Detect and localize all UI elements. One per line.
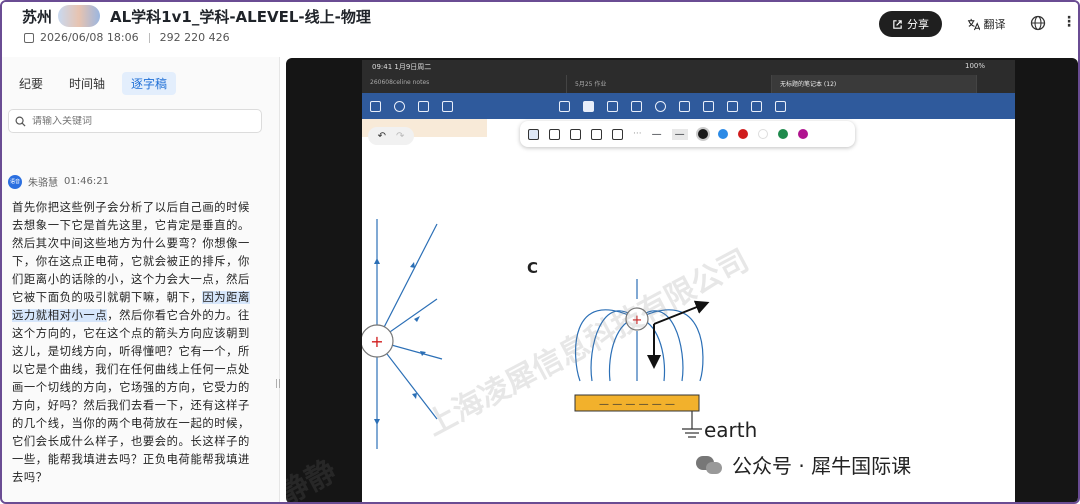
plus-sign-left: + (370, 332, 383, 351)
shapes-icon[interactable] (655, 100, 666, 112)
speaker-time[interactable]: 01:46:21 (64, 176, 109, 187)
ipad-status-bar: 09:41 1月9日周二 100% (362, 60, 1015, 75)
watermark-name: 静静 (286, 453, 343, 504)
avatar (58, 5, 101, 27)
field-lines-diagram: + C + — — — — — — earth (362, 219, 757, 449)
translate-icon (967, 18, 980, 30)
notes-tab-1[interactable]: 260608celine notes (362, 75, 567, 93)
transcript-part-1: 首先你把这些例子会分析了以后自己画的时候去想象一下它是首先这里，它肯定是垂直的。… (12, 201, 250, 304)
brand-footer: 公众号 · 犀牛国际课 (690, 448, 918, 481)
notes-tab-2[interactable]: 5月25 作业 (567, 75, 772, 93)
tab-timeline[interactable]: 时间轴 (60, 72, 114, 95)
earth-label: earth (704, 418, 757, 442)
search-input[interactable] (32, 115, 232, 127)
laser-icon[interactable] (751, 100, 762, 112)
search-icon (15, 116, 26, 127)
plate-minus-signs: — — — — — — (599, 399, 675, 410)
meeting-id: 292 220 426 (159, 31, 230, 44)
notes-tab-3[interactable]: 无标题的笔记本 (12) (772, 75, 977, 93)
plus-sign-center: + (632, 313, 643, 328)
more-icon[interactable]: ⋮ (1062, 14, 1076, 30)
meeting-date: 2026/06/08 18:06 (40, 31, 139, 44)
share-button[interactable]: 分享 (879, 11, 942, 37)
divider (148, 32, 150, 43)
calendar-icon (24, 32, 34, 43)
translate-label: 翻译 (983, 18, 1006, 31)
share-icon (893, 19, 902, 29)
city-label: 苏州 (22, 7, 53, 26)
header: 苏州 AL学科1v1_学科-ALEVEL-线上-物理 2026/06/08 18… (2, 2, 1078, 54)
search-box[interactable] (8, 109, 262, 133)
notes-toolbar (362, 93, 1015, 119)
translate-button[interactable]: 翻译 (956, 11, 1016, 37)
shared-ipad-screen: 09:41 1月9日周二 100% 260608celine notes 5月2… (362, 60, 1015, 502)
brand-text: 公众号 · 犀牛国际课 (732, 454, 912, 478)
share-label: 分享 (907, 18, 929, 31)
collapse-handle[interactable]: || (275, 379, 281, 389)
speaker-line: 语音 朱骆慧 01:46:21 (8, 174, 109, 189)
share-icon[interactable] (418, 100, 429, 112)
notes-tab-bar: 260608celine notes 5月25 作业 无标题的笔记本 (12) (362, 75, 1015, 93)
pen-icon[interactable] (583, 100, 594, 112)
search-icon[interactable] (394, 100, 405, 112)
meeting-meta: 2026/06/08 18:06 292 220 426 (24, 31, 230, 44)
speaker-name: 朱骆慧 (28, 178, 58, 189)
ipad-battery: 100% (964, 62, 985, 70)
note-canvas[interactable]: ↶ ↷ ··· — — + C + — — — — — — earth (362, 119, 1015, 502)
page-title: AL学科1v1_学科-ALEVEL-线上-物理 (110, 7, 371, 26)
globe-icon[interactable] (1030, 15, 1046, 31)
ipad-time: 09:41 1月9日周二 (372, 63, 432, 71)
transcript-panel: 纪要 时间轴 逐字稿 语音 朱骆慧 01:46:21 首先你把这些例子会分析了以… (2, 57, 281, 502)
tab-summary[interactable]: 纪要 (10, 72, 52, 95)
eraser-icon[interactable] (607, 100, 618, 112)
transcript-text: 首先你把这些例子会分析了以后自己画的时候去想象一下它是首先这里，它肯定是垂直的。… (12, 199, 252, 487)
microphone-icon[interactable] (775, 100, 786, 112)
sticky-note-icon[interactable] (727, 100, 738, 112)
diagram-label-c: C (527, 259, 538, 277)
pages-icon[interactable] (442, 100, 453, 112)
speaker-badge: 语音 (8, 174, 22, 189)
textbox-icon[interactable] (631, 100, 642, 112)
sidebar-icon[interactable] (370, 100, 381, 112)
image-icon[interactable] (679, 100, 690, 112)
lasso-icon[interactable] (559, 100, 570, 112)
app-window: 苏州 AL学科1v1_学科-ALEVEL-线上-物理 2026/06/08 18… (0, 0, 1080, 504)
tab-transcript[interactable]: 逐字稿 (122, 72, 177, 95)
screen-share-video: 09:41 1月9日周二 100% 260608celine notes 5月2… (286, 58, 1078, 504)
transcript-part-2: ，然后你看它合外的力。往这个方向的，它在这个点的箭头方向应该朝到这儿，是切线方向… (12, 309, 250, 484)
wechat-icon (696, 454, 724, 476)
title-row: 苏州 AL学科1v1_学科-ALEVEL-线上-物理 (22, 5, 371, 27)
elements-icon[interactable] (703, 100, 714, 112)
panel-tabs: 纪要 时间轴 逐字稿 (10, 72, 177, 95)
